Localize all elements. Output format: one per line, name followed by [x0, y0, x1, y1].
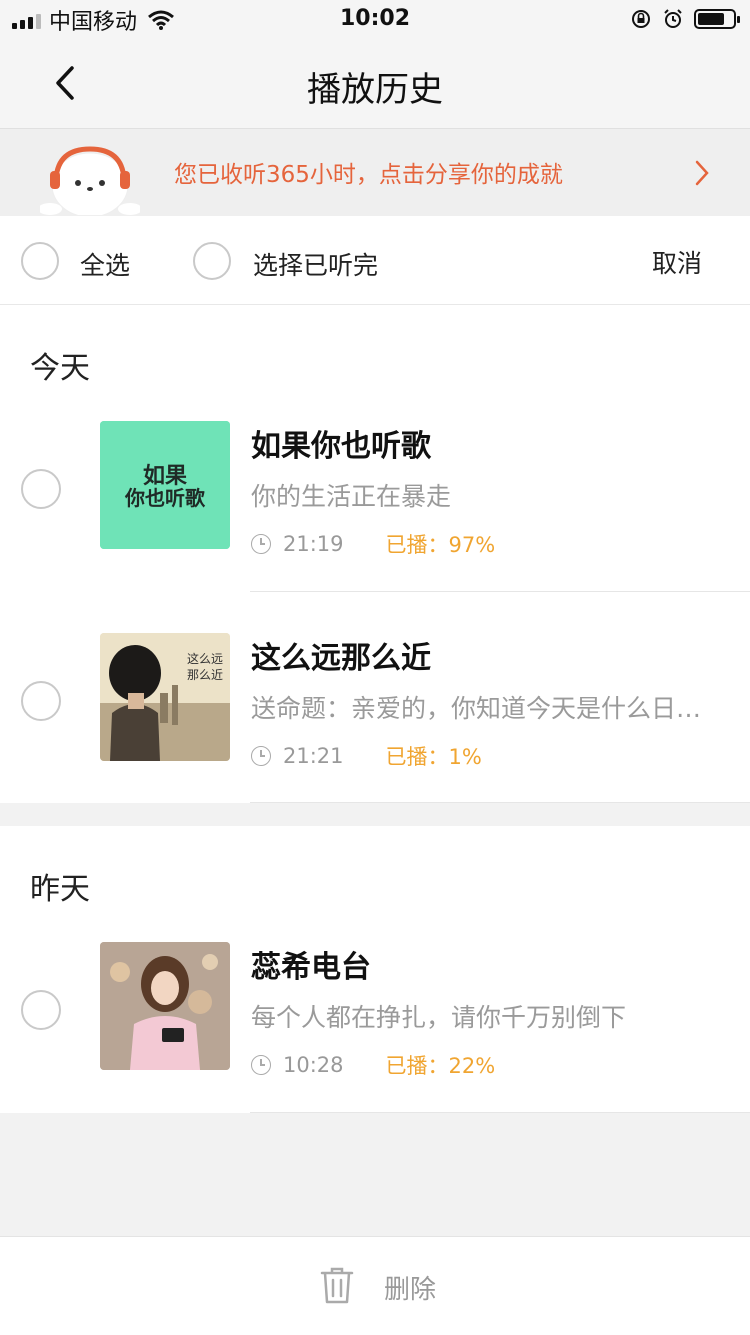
item-meta: 21:21 已播：1%	[251, 741, 482, 771]
cancel-button[interactable]: 取消	[652, 244, 702, 280]
album-cover: 如果 你也听歌	[100, 421, 230, 549]
item-meta: 10:28 已播：22%	[251, 1050, 495, 1080]
clock-icon	[251, 534, 271, 554]
item-subtitle: 每个人都在挣扎，请你千万别倒下	[251, 1003, 627, 1032]
item-time: 21:21	[283, 744, 344, 768]
page-title: 播放历史	[307, 70, 443, 110]
item-time: 10:28	[283, 1053, 344, 1077]
divider	[250, 802, 750, 803]
delete-button[interactable]: 删除	[384, 1269, 436, 1306]
select-all-radio[interactable]	[21, 242, 59, 280]
rotation-lock-icon	[632, 10, 650, 28]
svg-text:这么远: 这么远	[187, 651, 223, 666]
achievement-banner[interactable]: 您已收听365小时，点击分享你的成就	[0, 129, 750, 216]
clock-icon	[251, 746, 271, 766]
album-cover	[100, 942, 230, 1070]
section-yesterday: 昨天 蕊希电台 每个人都在挣扎，请你千万别倒下 10:28 已播：22%	[0, 826, 750, 1113]
cover-art-image: 这么远 那么近	[100, 633, 230, 761]
status-bar: 中国移动 10:02	[0, 0, 750, 40]
section-today: 今天 如果 你也听歌 如果你也听歌 你的生活正在暴走 21:19 已播：97%	[0, 305, 750, 803]
select-finished-label[interactable]: 选择已听完	[253, 246, 378, 282]
item-select-radio[interactable]	[21, 681, 61, 721]
divider	[250, 591, 750, 592]
item-select-radio[interactable]	[21, 990, 61, 1030]
selection-bar: 全选 选择已听完 取消	[0, 216, 750, 305]
item-subtitle: 你的生活正在暴走	[251, 482, 452, 511]
item-title: 如果你也听歌	[251, 429, 431, 464]
item-played: 已播：97%	[385, 533, 496, 557]
clock-icon	[251, 1055, 271, 1075]
alarm-icon	[664, 9, 682, 28]
item-subtitle: 送命题：亲爱的，你知道今天是什么日子吗？	[251, 694, 721, 723]
chevron-right-icon	[695, 160, 709, 186]
list-item[interactable]: 蕊希电台 每个人都在挣扎，请你千万别倒下 10:28 已播：22%	[0, 942, 750, 1154]
status-right	[630, 8, 740, 30]
list-item[interactable]: 如果 你也听歌 如果你也听歌 你的生活正在暴走 21:19 已播：97%	[0, 421, 750, 633]
nav-bar: 播放历史	[0, 40, 750, 129]
album-cover: 这么远 那么近	[100, 633, 230, 761]
item-time: 21:19	[283, 532, 344, 556]
item-title: 这么远那么近	[251, 641, 431, 676]
bottom-action-bar: 删除	[0, 1236, 750, 1335]
item-meta: 21:19 已播：97%	[251, 529, 495, 559]
divider	[250, 1112, 750, 1113]
item-played: 已播：1%	[385, 745, 482, 769]
section-title: 昨天	[30, 872, 90, 907]
list-item[interactable]: 这么远 那么近 这么远那么近 送命题：亲爱的，你知道今天是什么日子吗？ 21:2…	[0, 633, 750, 845]
item-select-radio[interactable]	[21, 469, 61, 509]
item-played: 已播：22%	[385, 1054, 496, 1078]
battery-icon	[694, 9, 740, 29]
item-title: 蕊希电台	[251, 950, 371, 985]
select-all-label[interactable]: 全选	[80, 246, 130, 282]
section-title: 今天	[30, 351, 90, 386]
cover-art-image	[100, 942, 230, 1070]
select-finished-radio[interactable]	[193, 242, 231, 280]
banner-text: 您已收听365小时，点击分享你的成就	[174, 162, 563, 188]
mascot-icon	[40, 146, 140, 215]
svg-text:你也听歌: 你也听歌	[124, 486, 206, 510]
trash-icon[interactable]	[320, 1265, 354, 1305]
svg-text:那么近: 那么近	[187, 668, 223, 682]
cover-art-image: 如果 你也听歌	[100, 421, 230, 549]
